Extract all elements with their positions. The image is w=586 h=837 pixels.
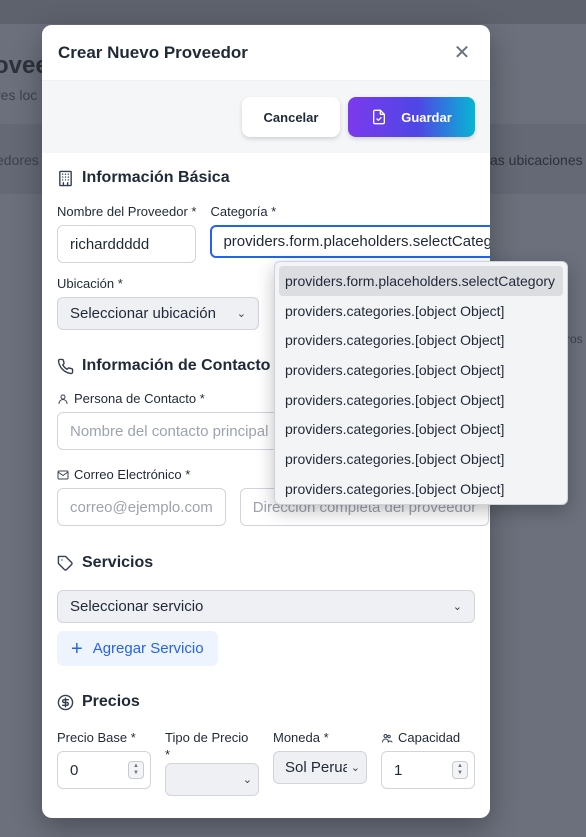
- capacity-label-text: Capacidad: [398, 730, 461, 745]
- user-icon: [58, 394, 68, 404]
- basic-info-section-title: Información Básica: [57, 167, 475, 189]
- background-tab-right: as ubicaciones: [490, 152, 583, 168]
- currency-label: Moneda *: [273, 730, 329, 745]
- save-button-label: Guardar: [401, 109, 452, 125]
- currency-select[interactable]: Sol Peruano ⌄: [273, 751, 367, 784]
- background-page-subtitle: res loc: [0, 87, 38, 103]
- action-bar: Cancelar Guardar: [42, 81, 490, 153]
- dropdown-option[interactable]: providers.categories.[object Object]: [279, 444, 563, 474]
- price-type-select[interactable]: ⌄: [165, 763, 259, 796]
- dropdown-option[interactable]: providers.categories.[object Object]: [279, 296, 563, 326]
- close-icon[interactable]: ✕: [450, 41, 474, 65]
- contact-person-input[interactable]: Nombre del contacto principal: [57, 412, 282, 450]
- background-tab-left: edores: [0, 152, 39, 168]
- plus-icon: +: [71, 637, 83, 660]
- currency-select-value: Sol Peruano: [285, 759, 347, 776]
- prices-section-title: Precios: [57, 691, 475, 713]
- location-label: Ubicación *: [57, 276, 123, 291]
- chevron-down-icon: ⌄: [236, 308, 246, 320]
- capacity-input[interactable]: 1 ▲ ▼: [381, 751, 475, 789]
- add-service-button[interactable]: + Agregar Servicio: [57, 631, 218, 666]
- background-topbar: [0, 0, 586, 24]
- dropdown-option[interactable]: providers.categories.[object Object]: [279, 355, 563, 385]
- save-button[interactable]: Guardar: [348, 97, 475, 137]
- dropdown-option[interactable]: providers.categories.[object Object]: [279, 474, 563, 504]
- chevron-down-icon: ⌄: [242, 774, 252, 786]
- price-type-required-mark: *: [165, 747, 171, 762]
- email-label: Correo Electrónico *: [57, 466, 226, 483]
- background-right-text: ros: [566, 332, 583, 346]
- price-type-label: Tipo de Precio: [165, 730, 249, 745]
- service-select[interactable]: Seleccionar servicio ⌄: [57, 590, 475, 623]
- email-input[interactable]: correo@ejemplo.com: [57, 488, 226, 526]
- services-section-title: Servicios: [57, 552, 475, 574]
- contact-person-label: Persona de Contacto *: [57, 390, 281, 407]
- building-icon: [59, 170, 72, 186]
- number-spinner-icon[interactable]: ▲ ▼: [128, 761, 144, 779]
- contact-info-title-text: Información de Contacto: [82, 357, 271, 374]
- base-price-value: 0: [70, 761, 79, 779]
- email-label-text: Correo Electrónico *: [74, 467, 191, 482]
- number-spinner-icon[interactable]: ▲ ▼: [452, 761, 468, 779]
- category-select[interactable]: providers.form.placeholders.selectCatego…: [210, 225, 490, 258]
- dropdown-option[interactable]: providers.categories.[object Object]: [279, 414, 563, 444]
- tag-icon: [57, 555, 73, 571]
- base-price-label: Precio Base *: [57, 730, 136, 745]
- dropdown-option[interactable]: providers.form.placeholders.selectCatego…: [279, 266, 563, 296]
- modal-header: Crear Nuevo Proveedor ✕: [42, 25, 490, 81]
- base-price-input[interactable]: 0 ▲ ▼: [57, 751, 151, 789]
- capacity-label: Capacidad: [381, 729, 475, 746]
- dropdown-option[interactable]: providers.categories.[object Object]: [279, 385, 563, 415]
- category-dropdown: providers.form.placeholders.selectCatego…: [274, 261, 568, 505]
- location-select-value: Seleccionar ubicación: [70, 305, 216, 322]
- users-icon: [382, 733, 393, 742]
- modal-title: Crear Nuevo Proveedor: [58, 42, 248, 62]
- dollar-circle-icon: [57, 694, 74, 710]
- contact-person-label-text: Persona de Contacto *: [74, 391, 205, 406]
- category-select-value: providers.form.placeholders.selectCatego…: [223, 233, 490, 250]
- cancel-button[interactable]: Cancelar: [242, 97, 340, 137]
- provider-name-input[interactable]: richarddddd: [57, 225, 197, 263]
- add-service-label: Agregar Servicio: [92, 640, 204, 657]
- services-title-text: Servicios: [82, 554, 154, 571]
- basic-info-title-text: Información Básica: [82, 169, 230, 186]
- chevron-down-icon: ⌄: [452, 601, 462, 613]
- service-select-value: Seleccionar servicio: [70, 598, 204, 615]
- mail-icon: [57, 470, 69, 479]
- dropdown-option[interactable]: providers.categories.[object Object]: [279, 325, 563, 355]
- phone-icon: [57, 358, 74, 374]
- location-select[interactable]: Seleccionar ubicación ⌄: [57, 297, 259, 330]
- document-check-icon: [373, 109, 386, 125]
- chevron-down-icon: ⌄: [350, 762, 360, 774]
- prices-title-text: Precios: [82, 693, 140, 710]
- capacity-value: 1: [394, 761, 403, 779]
- provider-name-label: Nombre del Proveedor *: [57, 204, 197, 219]
- category-label: Categoría *: [210, 204, 277, 219]
